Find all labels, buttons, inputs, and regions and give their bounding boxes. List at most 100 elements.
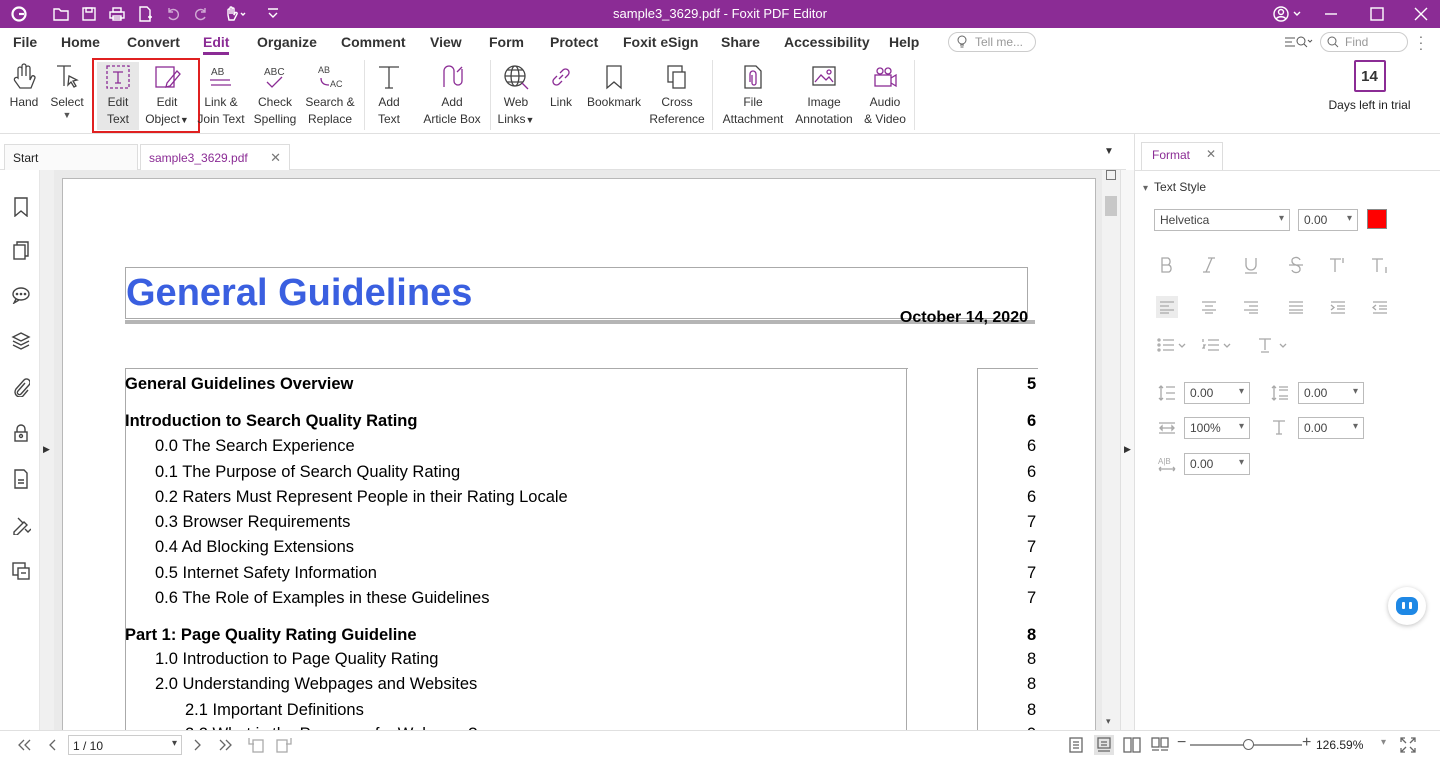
toc-page-number[interactable]: 8 [1027, 650, 1036, 669]
menu-foxit-esign[interactable]: Foxit eSign [623, 34, 698, 50]
signature-panel-icon[interactable] [10, 514, 32, 536]
toc-entry[interactable]: 0.4 Ad Blocking Extensions [155, 538, 354, 557]
scroll-down-icon[interactable]: ▾ [1106, 716, 1111, 727]
justify-icon[interactable] [1285, 296, 1307, 318]
toc-page-number[interactable]: 8 [1027, 626, 1036, 645]
trial-days-indicator[interactable]: 14 Days left in trial [1322, 60, 1417, 112]
toc-page-number[interactable]: 6 [1027, 488, 1036, 507]
menu-protect[interactable]: Protect [550, 34, 598, 50]
menu-share[interactable]: Share [721, 34, 760, 50]
underline-icon[interactable] [1240, 254, 1262, 276]
cross-reference-button[interactable]: Cross Reference [648, 60, 706, 128]
menu-form[interactable]: Form [489, 34, 524, 50]
align-center-icon[interactable] [1198, 296, 1220, 318]
close-tab-icon[interactable]: ✕ [270, 150, 281, 166]
toc-entry[interactable]: 0.0 The Search Experience [155, 437, 355, 456]
find-input[interactable]: Find [1320, 32, 1408, 52]
full-screen-icon[interactable] [1398, 735, 1418, 755]
pages-panel-icon[interactable] [10, 240, 32, 262]
add-text-button[interactable]: Add Text [368, 60, 410, 128]
font-color-swatch[interactable] [1367, 209, 1387, 229]
tab-format[interactable]: Format ✕ [1141, 142, 1223, 170]
bookmarks-panel-icon[interactable] [10, 196, 32, 218]
minimize-icon[interactable] [1322, 5, 1340, 23]
account-icon[interactable] [1270, 5, 1304, 23]
document-date[interactable]: October 14, 2020 [763, 309, 1028, 327]
line-spacing-dropdown[interactable]: 0.00 [1184, 382, 1250, 404]
maximize-icon[interactable] [1368, 5, 1386, 23]
expand-left-panel-icon[interactable]: ▶ [43, 444, 50, 455]
next-page-icon[interactable] [188, 735, 208, 755]
continuous-facing-view-icon[interactable] [1150, 735, 1170, 755]
paragraph-spacing-dropdown[interactable]: 0.00 [1298, 382, 1364, 404]
toc-page-number[interactable]: 7 [1027, 538, 1036, 557]
hand-button[interactable]: Hand [4, 60, 44, 111]
pdf-page[interactable]: General Guidelines October 14, 2020 Gene… [62, 178, 1096, 730]
align-left-icon[interactable] [1156, 296, 1178, 318]
menu-comment[interactable]: Comment [341, 34, 406, 50]
expand-right-panel-icon[interactable]: ▶ [1124, 444, 1131, 455]
text-style-heading[interactable]: Text Style [1143, 180, 1206, 194]
continuous-view-icon[interactable] [1094, 735, 1114, 755]
toc-entry[interactable]: 2.0 Understanding Webpages and Websites [155, 675, 477, 694]
toc-page-number[interactable]: 5 [1027, 375, 1036, 394]
right-panel-expander[interactable]: ▶ [1120, 170, 1134, 730]
undo-icon[interactable] [164, 5, 182, 23]
last-page-icon[interactable] [216, 735, 236, 755]
toc-entry[interactable]: 0.2 Raters Must Represent People in thei… [155, 488, 568, 507]
italic-icon[interactable] [1198, 254, 1220, 276]
text-indent-dropdown[interactable]: 0.00 [1298, 417, 1364, 439]
toc-page-number[interactable]: 6 [1027, 463, 1036, 482]
web-links-button[interactable]: Web Links▼ [494, 60, 538, 129]
close-format-panel-icon[interactable]: ✕ [1206, 147, 1216, 161]
customize-toolbar-icon[interactable] [264, 5, 282, 23]
tab-list-dropdown-icon[interactable]: ▼ [1104, 146, 1114, 157]
horizontal-scale-icon[interactable] [1156, 417, 1178, 439]
open-folder-icon[interactable] [52, 5, 70, 23]
ai-assistant-icon[interactable] [1388, 587, 1426, 625]
search-replace-button[interactable]: AB AC Search & Replace [302, 60, 358, 128]
bold-icon[interactable] [1156, 254, 1178, 276]
horizontal-scale-dropdown[interactable]: 100% [1184, 417, 1250, 439]
toc-entry[interactable]: 0.5 Internet Safety Information [155, 564, 377, 583]
close-icon[interactable] [1412, 5, 1430, 23]
toc-entry[interactable]: 0.1 The Purpose of Search Quality Rating [155, 463, 460, 482]
toc-page-number[interactable]: 7 [1027, 564, 1036, 583]
toc-entry[interactable]: General Guidelines Overview [125, 375, 353, 394]
tab-document[interactable]: sample3_3629.pdf ✕ [140, 144, 290, 170]
vertical-scrollbar[interactable]: ▾ [1102, 170, 1120, 730]
toc-page-number[interactable]: 6 [1027, 437, 1036, 456]
attachments-panel-icon[interactable] [10, 376, 32, 398]
menu-file[interactable]: File [13, 34, 37, 50]
toc-page-number[interactable]: 6 [1027, 412, 1036, 431]
numbered-list-icon[interactable] [1201, 334, 1235, 356]
check-spelling-button[interactable]: ABC Check Spelling [250, 60, 300, 128]
menu-view[interactable]: View [430, 34, 462, 50]
toc-entry[interactable]: 2.1 Important Definitions [185, 701, 364, 720]
layers-panel-icon[interactable] [10, 330, 32, 352]
content-panel-icon[interactable] [10, 468, 32, 490]
print-icon[interactable] [108, 5, 126, 23]
add-article-box-button[interactable]: Add Article Box [418, 60, 486, 128]
facing-view-icon[interactable] [1122, 735, 1142, 755]
paragraph-spacing-icon[interactable] [1269, 382, 1291, 404]
hand-tool-dropdown-icon[interactable] [222, 5, 250, 23]
file-attachment-button[interactable]: File Attachment [718, 60, 788, 128]
text-indent-icon[interactable] [1269, 417, 1291, 439]
character-spacing-dropdown[interactable]: 0.00 [1184, 453, 1250, 475]
toc-page-number[interactable]: 7 [1027, 589, 1036, 608]
menu-edit[interactable]: Edit [203, 34, 230, 55]
toc-page-number[interactable]: 8 [1027, 701, 1036, 720]
menu-convert[interactable]: Convert [127, 34, 180, 50]
font-family-dropdown[interactable]: Helvetica [1154, 209, 1290, 231]
zoom-in-icon[interactable]: + [1302, 734, 1311, 752]
page-number-input[interactable]: 1 / 10 [68, 735, 182, 755]
zoom-out-icon[interactable]: − [1177, 734, 1186, 752]
font-size-dropdown[interactable]: 0.00 [1298, 209, 1358, 231]
next-view-icon[interactable] [274, 735, 294, 755]
left-panel-expander[interactable]: ▶ [40, 170, 54, 730]
align-right-icon[interactable] [1240, 296, 1262, 318]
bullet-list-icon[interactable] [1156, 334, 1190, 356]
toc-page-number[interactable]: 8 [1027, 675, 1036, 694]
decrease-indent-icon[interactable] [1369, 296, 1391, 318]
